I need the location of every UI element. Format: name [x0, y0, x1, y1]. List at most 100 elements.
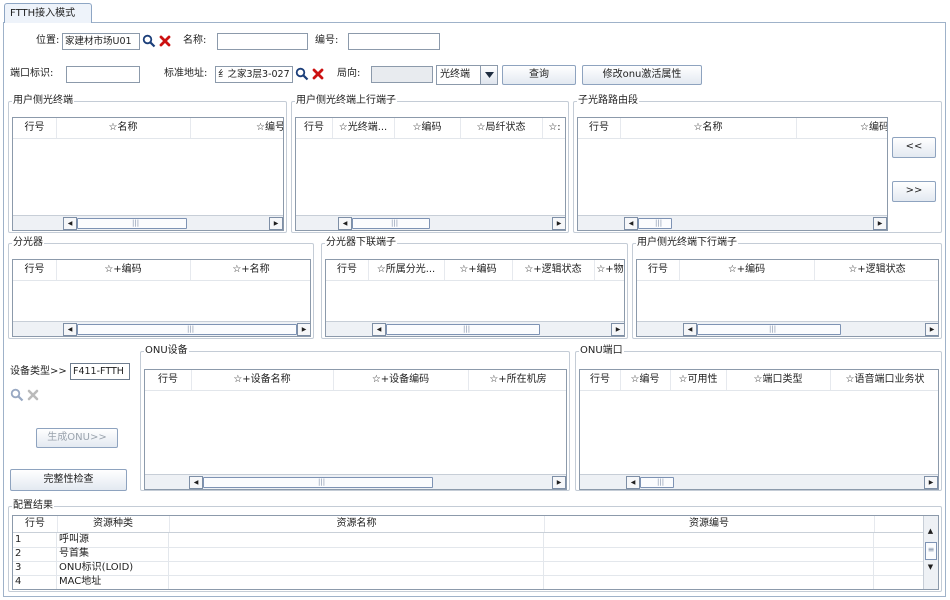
sub-route-grid[interactable]: 行号 ☆名称 ☆编码 ◀ ||| ▶: [577, 117, 888, 231]
column-header[interactable]: ☆名称: [620, 118, 797, 138]
column-header[interactable]: ☆编号: [190, 118, 283, 138]
vertical-scrollbar[interactable]: ▲ ≡ ▼: [923, 516, 938, 589]
scroll-thumb[interactable]: |||: [77, 324, 297, 335]
location-field[interactable]: 家建材市场U01: [62, 33, 140, 50]
scroll-left-icon[interactable]: ◀: [683, 323, 697, 336]
horizontal-scrollbar[interactable]: ◀ ||| ▶: [13, 321, 310, 336]
clear-icon[interactable]: [311, 67, 325, 81]
column-header[interactable]: 行号: [580, 370, 621, 390]
scroll-left-icon[interactable]: ◀: [63, 323, 77, 336]
scroll-thumb[interactable]: |||: [697, 324, 841, 335]
search-icon[interactable]: [10, 388, 24, 402]
name-field[interactable]: [217, 33, 308, 50]
horizontal-scrollbar[interactable]: ◀ ||| ▶: [326, 321, 624, 336]
clear-icon[interactable]: [158, 34, 172, 48]
column-header[interactable]: 行号: [13, 516, 58, 532]
scroll-right-icon[interactable]: ▶: [925, 323, 938, 336]
column-header[interactable]: ☆+名称: [190, 260, 310, 280]
column-header[interactable]: 行号: [13, 118, 57, 138]
column-header[interactable]: 行号: [296, 118, 333, 138]
scroll-right-icon[interactable]: ▶: [924, 476, 938, 489]
table-row[interactable]: 3 ONU标识(LOID): [13, 561, 926, 576]
horizontal-scrollbar[interactable]: ◀ ||| ▶: [637, 321, 938, 336]
scroll-left-icon[interactable]: ◀: [372, 323, 386, 336]
user-terminal-down-grid[interactable]: 行号 ☆+编码 ☆+逻辑状态 ◀ ||| ▶: [636, 259, 939, 337]
scroll-left-icon[interactable]: ◀: [189, 476, 203, 489]
scroll-right-icon[interactable]: ▶: [611, 323, 624, 336]
scroll-thumb[interactable]: |||: [640, 477, 674, 488]
column-header[interactable]: ☆语音端口业务状: [830, 370, 938, 390]
scroll-left-icon[interactable]: ◀: [338, 217, 352, 230]
column-header[interactable]: ☆编号: [620, 370, 671, 390]
column-header[interactable]: ☆名称: [56, 118, 191, 138]
column-header[interactable]: ☆可用性: [670, 370, 727, 390]
column-header[interactable]: 资源种类: [57, 516, 170, 532]
column-header[interactable]: 行号: [13, 260, 57, 280]
table-row[interactable]: 4 MAC地址: [13, 575, 926, 589]
column-header[interactable]: ☆+编码: [56, 260, 191, 280]
column-header[interactable]: ☆+所在机房: [468, 370, 566, 390]
column-header[interactable]: 行号: [637, 260, 680, 280]
column-header[interactable]: 资源编号: [544, 516, 875, 532]
scroll-left-icon[interactable]: ◀: [63, 217, 77, 230]
scroll-thumb[interactable]: |||: [386, 324, 540, 335]
horizontal-scrollbar[interactable]: ◀ ||| ▶: [580, 474, 938, 489]
column-header[interactable]: ☆+设备编码: [333, 370, 469, 390]
horizontal-scrollbar[interactable]: ◀ ||| ▶: [13, 215, 283, 230]
device-type-field[interactable]: F411-FTTH: [70, 363, 130, 380]
column-header[interactable]: ☆光终端...: [332, 118, 395, 138]
modify-onu-button[interactable]: 修改onu激活属性: [582, 65, 702, 85]
scroll-right-icon[interactable]: ▶: [297, 323, 310, 336]
integrity-check-button[interactable]: 完整性检查: [10, 469, 127, 491]
horizontal-scrollbar[interactable]: ◀ ||| ▶: [578, 215, 887, 230]
scroll-right-icon[interactable]: ▶: [552, 217, 565, 230]
search-icon[interactable]: [142, 34, 156, 48]
scroll-right-icon[interactable]: ▶: [873, 217, 887, 230]
column-header[interactable]: ☆+编码: [444, 260, 513, 280]
table-row[interactable]: 2 号首集: [13, 547, 926, 562]
table-row[interactable]: 1 呼叫源: [13, 533, 926, 548]
column-header[interactable]: 行号: [578, 118, 621, 138]
scroll-left-icon[interactable]: ◀: [626, 476, 640, 489]
query-button[interactable]: 查询: [502, 65, 576, 85]
move-left-button[interactable]: <<: [892, 137, 936, 158]
scroll-left-icon[interactable]: ◀: [624, 217, 638, 230]
column-header[interactable]: ☆所属分光...: [368, 260, 445, 280]
column-header[interactable]: ☆编码: [796, 118, 887, 138]
clear-icon[interactable]: [26, 388, 40, 402]
column-header[interactable]: ☆+逻辑状态: [814, 260, 938, 280]
config-result-table[interactable]: 行号 资源种类 资源名称 资源编号 1 呼叫源 2 号首集 3 ONU标识(LOID) 4 M…: [12, 515, 939, 590]
scroll-thumb[interactable]: |||: [77, 218, 187, 229]
scroll-thumb[interactable]: |||: [203, 477, 433, 488]
direction-field[interactable]: [371, 66, 433, 83]
scroll-right-icon[interactable]: ▶: [269, 217, 283, 230]
code-field[interactable]: [348, 33, 440, 50]
column-header[interactable]: 资源名称: [169, 516, 545, 532]
scroll-right-icon[interactable]: ▶: [552, 476, 566, 489]
address-field[interactable]: 纟之家3层3-027: [215, 66, 293, 83]
splitter-grid[interactable]: 行号 ☆+编码 ☆+名称 ◀ ||| ▶: [12, 259, 311, 337]
column-header[interactable]: ☆+逻辑状态: [512, 260, 595, 280]
user-terminal-grid[interactable]: 行号 ☆名称 ☆编号 ◀ ||| ▶: [12, 117, 284, 231]
column-header[interactable]: ☆+编码: [679, 260, 815, 280]
column-header[interactable]: 行号: [326, 260, 369, 280]
column-header[interactable]: ☆端口类型: [726, 370, 831, 390]
terminal-type-select[interactable]: 光终端: [436, 65, 498, 85]
horizontal-scrollbar[interactable]: ◀ ||| ▶: [296, 215, 565, 230]
column-header[interactable]: ☆局纤状态: [460, 118, 543, 138]
scroll-thumb[interactable]: |||: [352, 218, 430, 229]
scroll-up-icon[interactable]: ▲: [925, 526, 936, 537]
column-header[interactable]: ☆+物: [594, 260, 624, 280]
horizontal-scrollbar[interactable]: ◀ ||| ▶: [145, 474, 566, 489]
port-field[interactable]: [66, 66, 140, 83]
column-header[interactable]: ☆:: [542, 118, 565, 138]
onu-device-grid[interactable]: 行号 ☆+设备名称 ☆+设备编码 ☆+所在机房 ◀ ||| ▶: [144, 369, 567, 490]
column-header[interactable]: 行号: [145, 370, 192, 390]
column-header[interactable]: ☆+设备名称: [191, 370, 334, 390]
onu-port-grid[interactable]: 行号 ☆编号 ☆可用性 ☆端口类型 ☆语音端口业务状 ◀ ||| ▶: [579, 369, 939, 490]
column-header[interactable]: ☆编码: [394, 118, 461, 138]
generate-onu-button[interactable]: 生成ONU>>: [36, 428, 118, 448]
user-terminal-up-grid[interactable]: 行号 ☆光终端... ☆编码 ☆局纤状态 ☆: ◀ ||| ▶: [295, 117, 566, 231]
splitter-down-grid[interactable]: 行号 ☆所属分光... ☆+编码 ☆+逻辑状态 ☆+物 ◀ ||| ▶: [325, 259, 625, 337]
move-right-button[interactable]: >>: [892, 181, 936, 202]
